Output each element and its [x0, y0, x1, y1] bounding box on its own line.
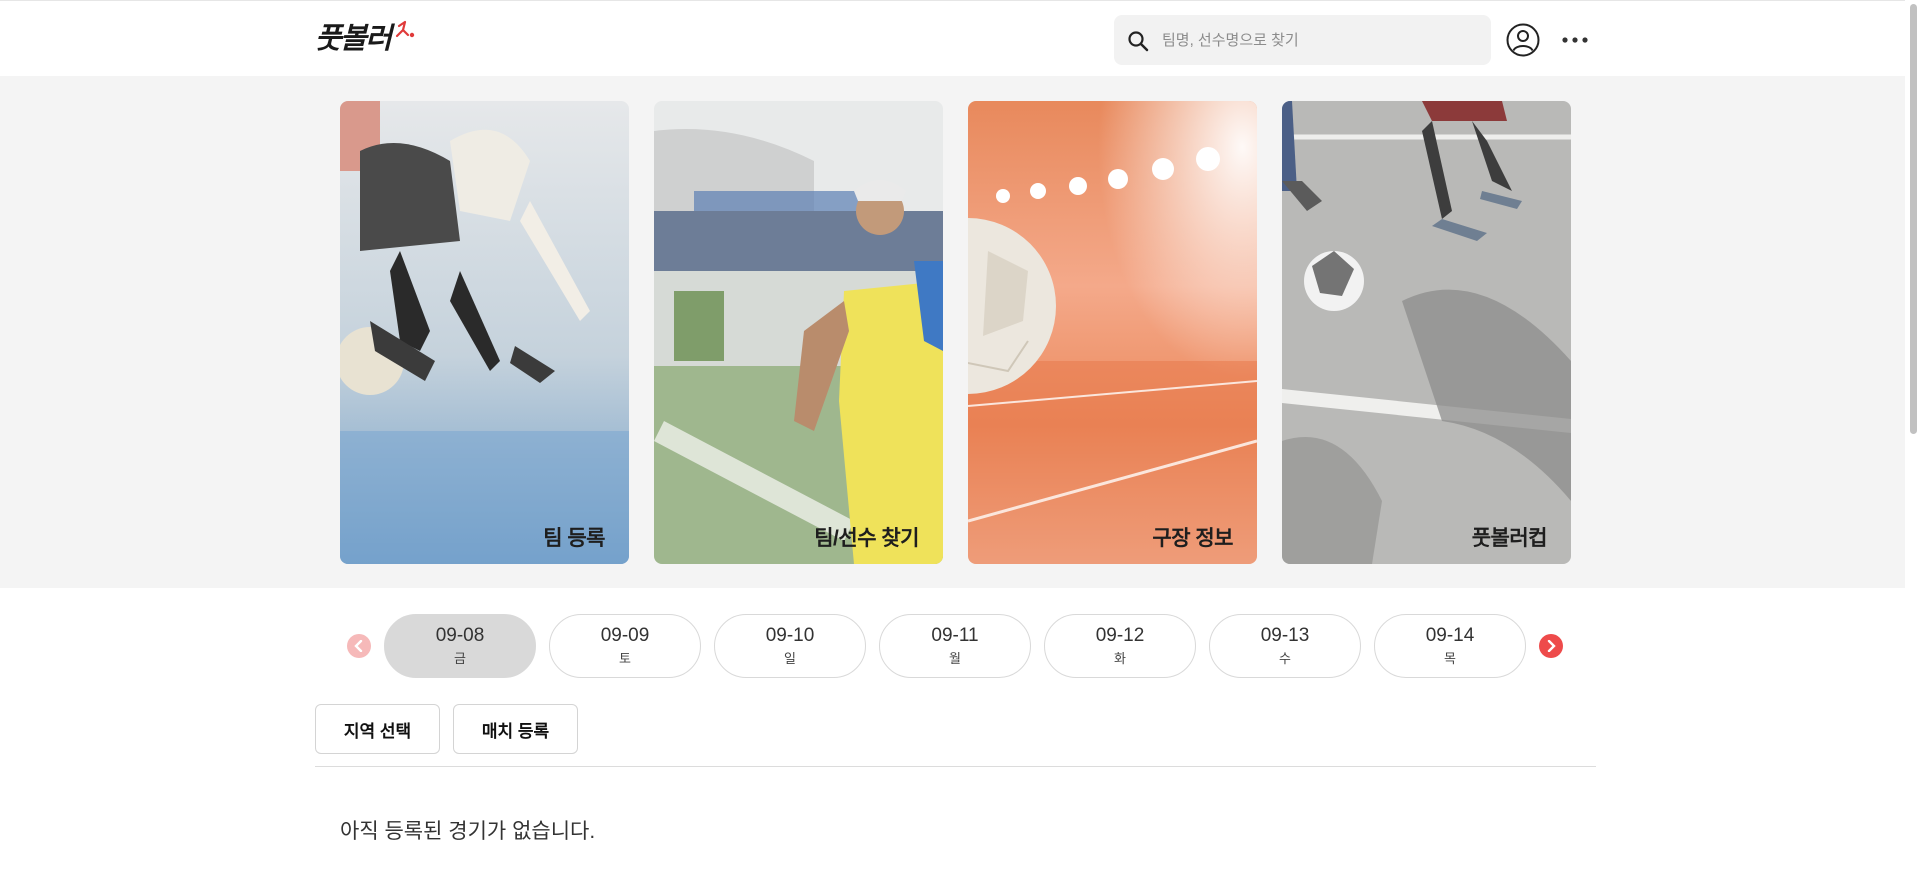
- weekday-label: 월: [949, 651, 961, 666]
- date-label: 09-11: [931, 625, 979, 646]
- futsal-players-image: [340, 101, 629, 564]
- card-find-team-player[interactable]: 팀/선수 찾기: [654, 101, 943, 564]
- empty-match-message: 아직 등록된 경기가 없습니다.: [340, 820, 596, 843]
- weekday-label: 목: [1444, 651, 1456, 666]
- card-label: 구장 정보: [1152, 527, 1233, 550]
- weekday-label: 수: [1279, 651, 1291, 666]
- weekday-label: 화: [1114, 651, 1126, 666]
- logo-text: 풋볼러: [315, 21, 392, 55]
- date-label: 09-12: [1095, 625, 1145, 646]
- user-profile-icon[interactable]: [1506, 23, 1540, 57]
- stadium-player-image: [654, 101, 943, 564]
- card-label: 팀/선수 찾기: [814, 527, 919, 550]
- date-label: 09-09: [600, 625, 650, 646]
- date-label: 09-14: [1425, 625, 1475, 646]
- banner-section: 팀 등록 팀/선수 찾기 구장 정보 풋볼러컵: [0, 76, 1920, 588]
- card-label: 풋볼러컵: [1471, 527, 1548, 550]
- logo[interactable]: 풋볼러: [315, 18, 417, 58]
- search-icon[interactable]: [1126, 29, 1150, 53]
- card-field-info[interactable]: 구장 정보: [968, 101, 1257, 564]
- top-header: 풋볼러: [0, 0, 1920, 76]
- weekday-label: 토: [619, 651, 631, 666]
- chevron-left-icon: [354, 640, 363, 652]
- card-label: 팀 등록: [543, 527, 605, 550]
- date-pill[interactable]: 09-12 화: [1044, 614, 1196, 678]
- card-footballer-cup[interactable]: 풋볼러컵: [1282, 101, 1571, 564]
- weekday-label: 금: [454, 651, 466, 666]
- search-input[interactable]: [1162, 15, 1472, 65]
- date-pill[interactable]: 09-14 목: [1374, 614, 1526, 678]
- scrollbar[interactable]: [1905, 0, 1920, 882]
- date-prev-button[interactable]: [347, 634, 371, 658]
- weekday-label: 일: [784, 651, 796, 666]
- date-label: 09-10: [765, 625, 815, 646]
- more-options-icon[interactable]: [1560, 29, 1590, 51]
- logo-mark-icon: [395, 20, 414, 38]
- date-next-button[interactable]: [1539, 634, 1563, 658]
- card-team-register[interactable]: 팀 등록: [340, 101, 629, 564]
- date-pill[interactable]: 09-09 토: [549, 614, 701, 678]
- region-select-button[interactable]: 지역 선택: [315, 704, 440, 754]
- date-label: 09-08: [435, 625, 485, 646]
- date-pill[interactable]: 09-08 금: [384, 614, 536, 678]
- street-football-image: [1282, 101, 1571, 564]
- divider: [315, 766, 1596, 767]
- search-bar: [1114, 15, 1491, 65]
- scrollbar-thumb[interactable]: [1910, 4, 1917, 434]
- date-label: 09-13: [1260, 625, 1310, 646]
- date-pill[interactable]: 09-13 수: [1209, 614, 1361, 678]
- chevron-right-icon: [1547, 640, 1556, 652]
- date-pill[interactable]: 09-10 일: [714, 614, 866, 678]
- date-pill[interactable]: 09-11 월: [879, 614, 1031, 678]
- match-register-button[interactable]: 매치 등록: [453, 704, 578, 754]
- soccer-ball-field-image: [968, 101, 1257, 564]
